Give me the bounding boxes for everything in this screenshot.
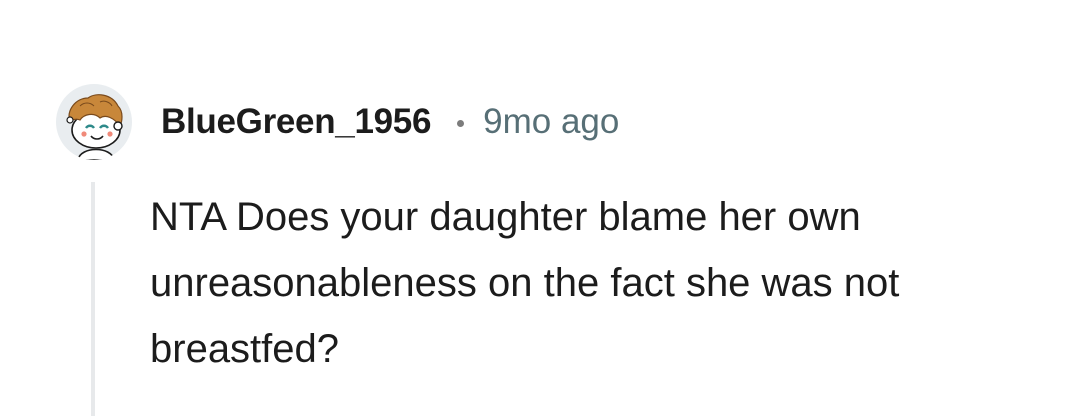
comment: BlueGreen_1956 9mo ago NTA Does your dau… (0, 0, 1079, 416)
comment-meta: BlueGreen_1956 9mo ago (161, 98, 619, 146)
user-avatar[interactable] (56, 84, 132, 160)
username-link[interactable]: BlueGreen_1956 (161, 102, 431, 142)
comment-body: NTA Does your daughter blame her own unr… (150, 195, 900, 371)
snoo-avatar-icon (66, 94, 123, 160)
comment-timestamp[interactable]: 9mo ago (483, 102, 619, 142)
separator-dot (457, 119, 465, 127)
thread-line[interactable] (91, 182, 95, 416)
